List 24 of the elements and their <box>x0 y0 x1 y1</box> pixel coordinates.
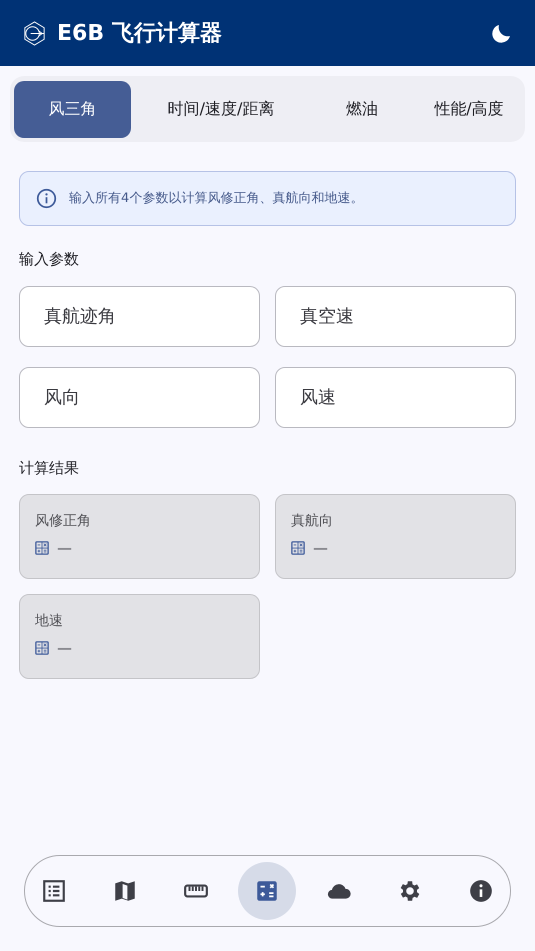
tab[interactable]: 性能/高度 <box>413 80 525 138</box>
input-field[interactable]: 真空速 <box>275 286 516 346</box>
input-field[interactable]: 风速 <box>275 366 516 428</box>
tab[interactable]: 时间/速度/距离 <box>131 80 311 138</box>
calculator-icon <box>35 641 49 656</box>
result-value: — <box>57 638 72 659</box>
app-title: E6B 飞行计算器 <box>57 20 222 48</box>
result-label: 地速 <box>35 612 64 631</box>
input-field[interactable]: 风向 <box>19 366 260 428</box>
tab[interactable]: 燃油 <box>311 80 413 138</box>
result-value: — <box>313 538 328 559</box>
result-label: 真航向 <box>291 512 334 531</box>
calculator-icon <box>35 541 49 556</box>
section-heading: 计算结果 <box>19 458 80 478</box>
input-field[interactable]: 真航迹角 <box>19 286 260 346</box>
list-icon <box>41 878 67 904</box>
result-value: — <box>57 538 72 559</box>
info-icon <box>468 878 494 904</box>
section-heading: 输入参数 <box>19 249 80 270</box>
tab[interactable]: 风三角 <box>14 80 131 138</box>
info-icon <box>36 188 57 209</box>
info-text: 输入所有4个参数以计算风修正角、真航向和地速。 <box>69 190 364 208</box>
calculator-icon <box>291 541 305 556</box>
result-label: 风修正角 <box>35 512 92 531</box>
